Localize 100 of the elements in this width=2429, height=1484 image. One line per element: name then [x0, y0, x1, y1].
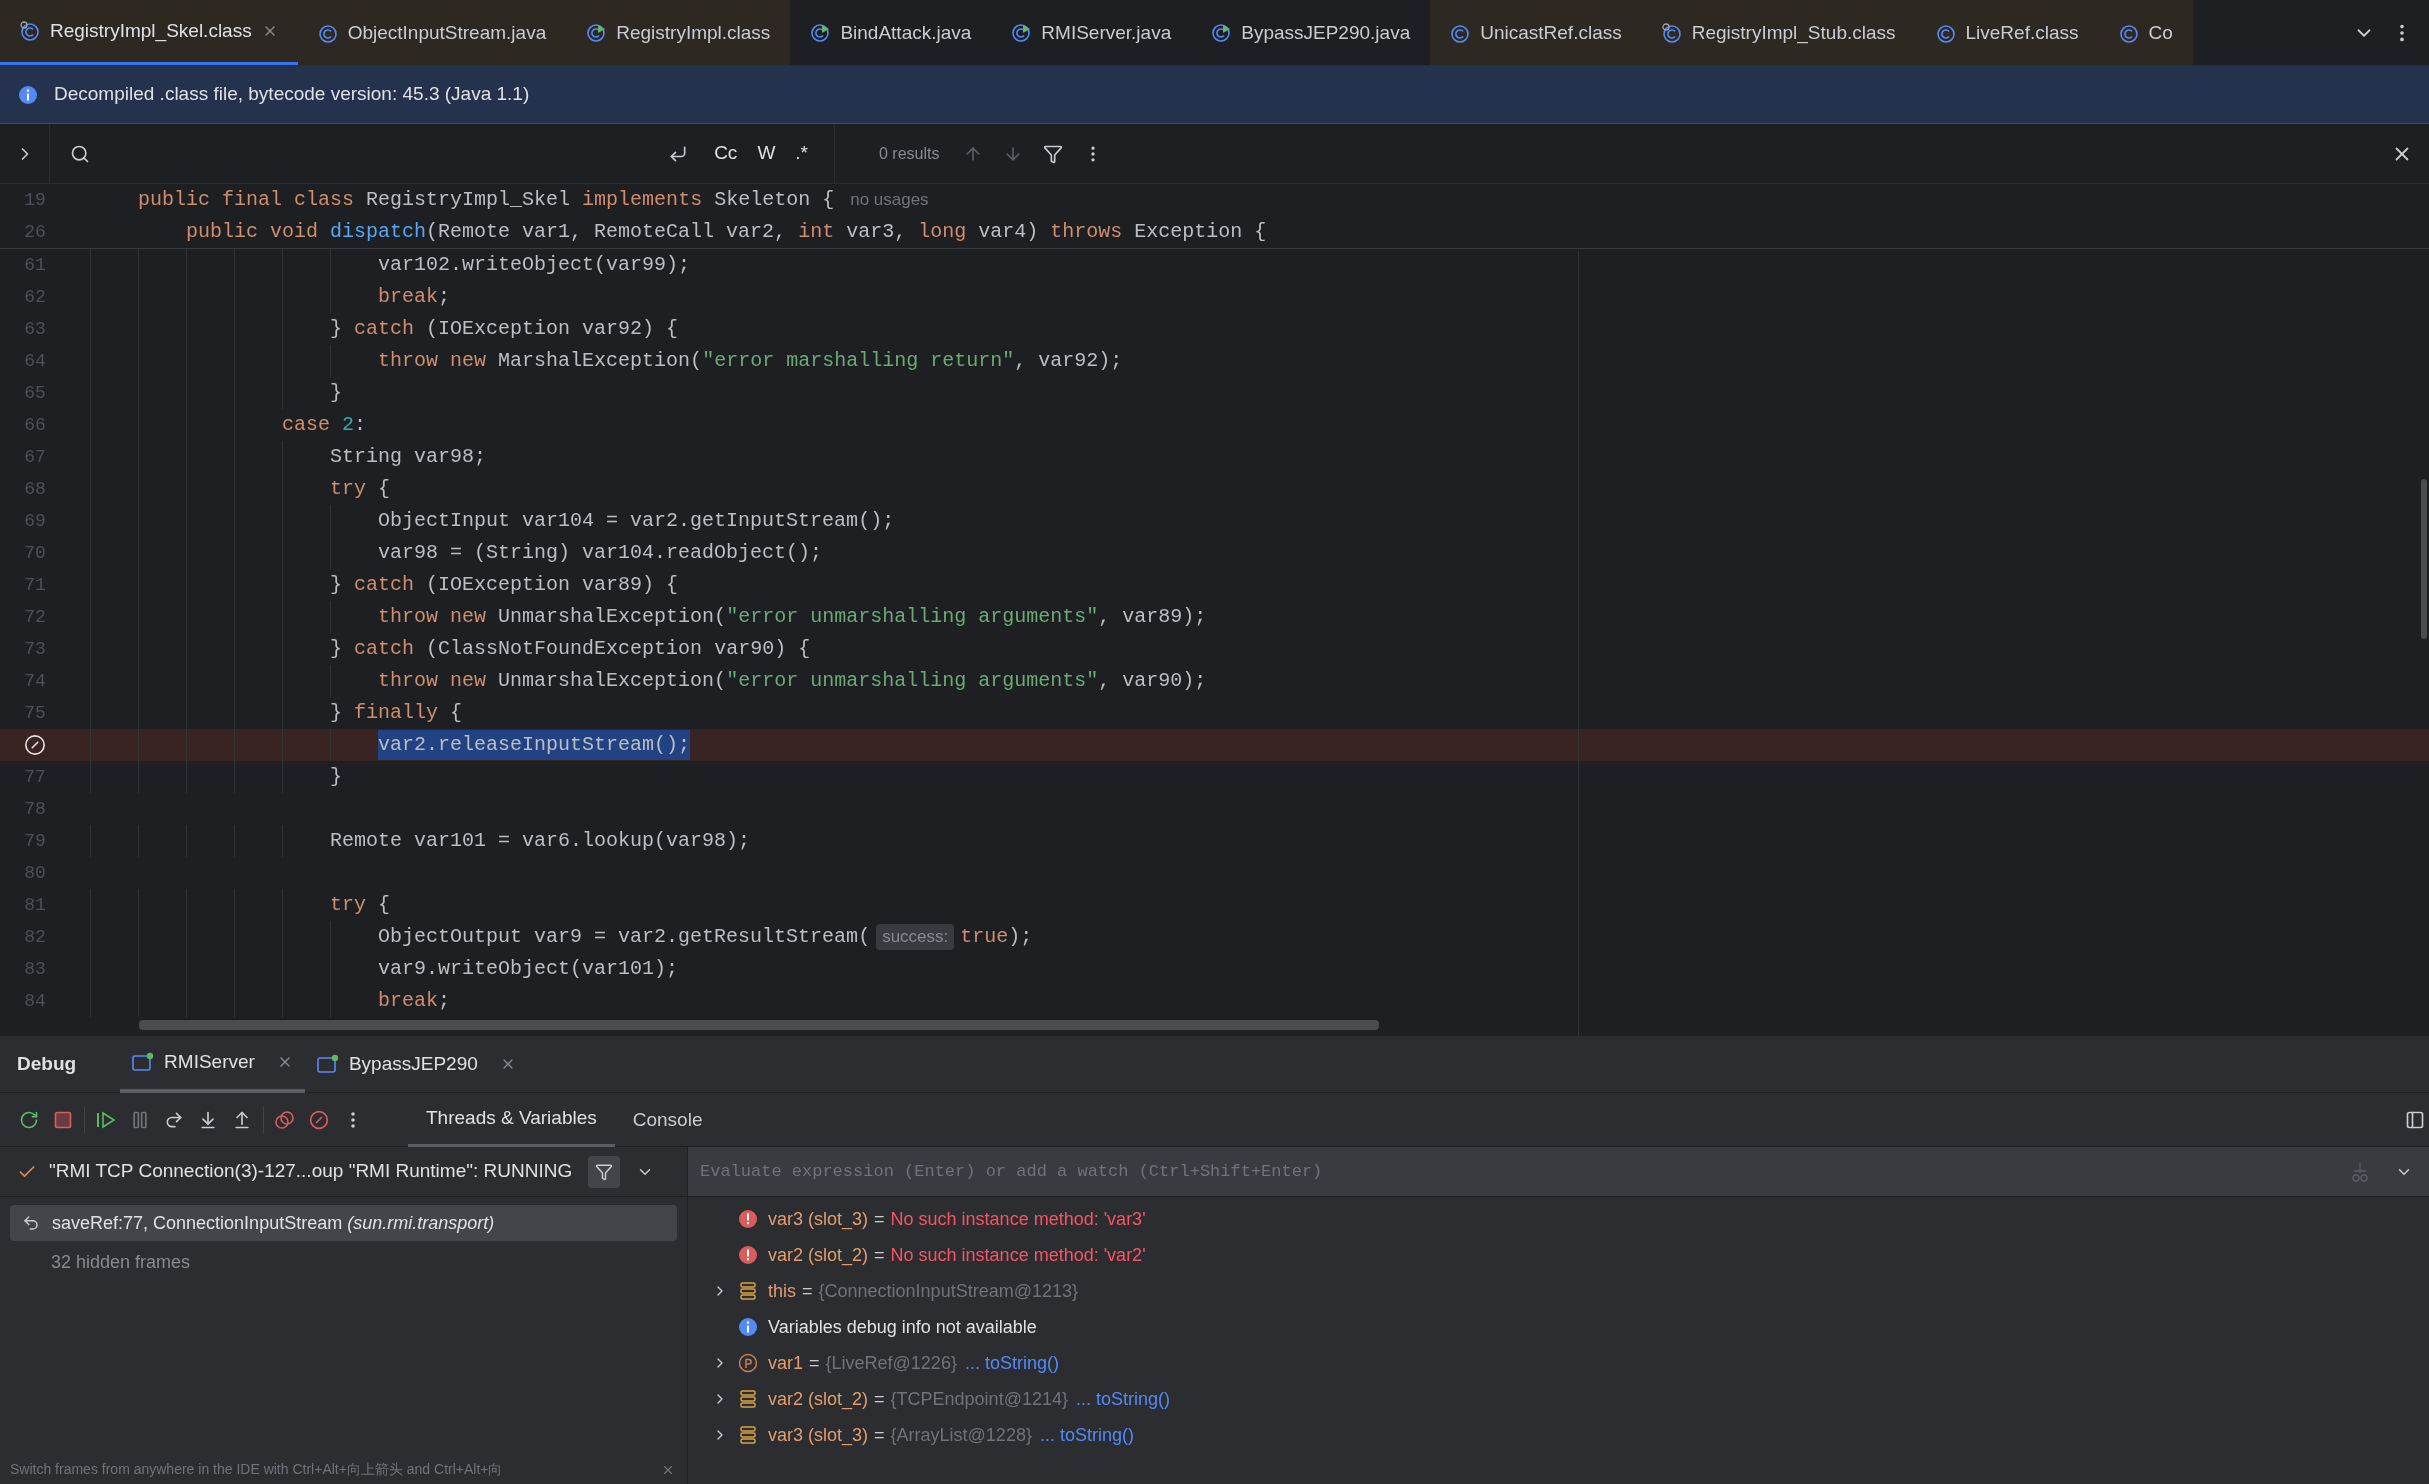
code-text: long	[918, 219, 968, 245]
variable-name: var3 (slot_3)	[768, 1207, 869, 1232]
code-text: throws	[1050, 219, 1124, 245]
to-string-link[interactable]: ... toString()	[1039, 1421, 1134, 1449]
info-text: Variables debug info not available	[768, 1315, 1037, 1339]
evaluate-field[interactable]: Evaluate expression (Enter) or add a watch (Ctrl+Shift+Enter)	[688, 1147, 2429, 1197]
class-linked-icon	[20, 21, 40, 41]
usage-hint[interactable]: no usages	[850, 187, 929, 213]
variable-name: var3 (slot_3)	[768, 1423, 869, 1448]
equals-sign: =	[874, 1243, 885, 1267]
variable-value: {ConnectionInputStream@1213}	[818, 1279, 1078, 1303]
code-text: implements	[582, 187, 704, 213]
step-into-icon	[198, 1109, 218, 1130]
variable-name: this	[768, 1279, 796, 1303]
stack-frame[interactable]: saveRef:77, ConnectionInputStream (sun.rmi.transport)	[10, 1205, 677, 1241]
code-text: }	[330, 764, 343, 790]
horizontal-scrollbar[interactable]	[139, 1020, 1379, 1030]
class-run-icon	[1011, 23, 1032, 43]
evaluate-input[interactable]: Evaluate expression (Enter) or add a watch (Ctrl+Shift+Enter)	[700, 1158, 2349, 1185]
variable-name: var2 (slot_2)	[768, 1387, 869, 1412]
class-icon	[2118, 23, 2139, 43]
code-text: UnmarshalException(	[498, 668, 727, 694]
code-text: {	[450, 700, 463, 726]
code-text: }	[330, 380, 343, 406]
view-tab[interactable]: Threads & Variables	[408, 1093, 615, 1147]
code-text: 2	[342, 412, 355, 438]
variable-value: {TCPEndpoint@1214}	[890, 1387, 1068, 1411]
window-icon	[132, 1052, 155, 1072]
code-text: {	[378, 476, 391, 502]
code-text: RegistryImpl_Skel	[366, 187, 572, 213]
editor-tab[interactable]: UnicastRef.class	[1430, 0, 1642, 65]
hint-text: Switch frames from anywhere in the IDE with Ctrl+Alt+向上箭头 and Ctrl+Alt+向	[10, 1460, 504, 1479]
code-text: MarshalException(	[498, 348, 703, 374]
code-text: break	[378, 284, 439, 310]
session-tab[interactable]: RMIServer	[120, 1035, 305, 1093]
search-option[interactable]: W	[751, 139, 782, 168]
layout-icon[interactable]	[2405, 1109, 2425, 1130]
editor-tab[interactable]: ObjectInputStream.java	[297, 0, 567, 65]
resume-icon	[95, 1109, 117, 1130]
search-option[interactable]: .*	[789, 139, 814, 168]
vertical-scrollbar[interactable]	[2421, 479, 2427, 639]
code-text: var3,	[846, 219, 908, 245]
code-text: (Remote var1, RemoteCall var2,	[426, 219, 788, 245]
code-text: , var92);	[1014, 348, 1123, 374]
code-text: finally	[354, 700, 440, 726]
code-text: throw new	[378, 348, 488, 374]
code-text: Remote var101 = var6.lookup(var98);	[330, 828, 751, 854]
view-tab[interactable]: Console	[614, 1093, 721, 1147]
code-text: }	[330, 316, 344, 342]
editor-tab[interactable]: RegistryImpl.class	[566, 0, 791, 65]
search-option[interactable]: Cc	[708, 139, 744, 168]
to-string-link[interactable]: ... toString()	[1075, 1385, 1170, 1413]
code-text: throw new	[378, 604, 488, 630]
editor-tab[interactable]: LiveRef.class	[1915, 0, 2099, 65]
filter-icon[interactable]	[1043, 143, 1064, 164]
code-text: throw new	[378, 668, 488, 694]
variable-value: {ArrayList@1228}	[890, 1423, 1032, 1447]
info-icon	[738, 1317, 758, 1337]
variable-name: var1	[768, 1351, 803, 1375]
editor-tab[interactable]: RegistryImpl_Stub.class	[1641, 0, 1916, 65]
code-text: var98 = (String) var104.readObject();	[378, 540, 823, 566]
muted-breakpoint-icon[interactable]	[24, 734, 46, 756]
rerun-icon	[19, 1109, 39, 1130]
session-tab[interactable]: BypassJEP290	[304, 1035, 528, 1093]
to-string-link[interactable]: ... toString()	[964, 1349, 1059, 1377]
filter-button[interactable]	[588, 1155, 621, 1188]
code-text: catch	[354, 636, 416, 662]
code-text: "error marshalling return"	[702, 348, 1015, 374]
code-text: public final class	[138, 187, 356, 213]
editor-tab[interactable]: Co	[2098, 0, 2193, 65]
code-text: (ClassNotFoundException var90) {	[426, 636, 811, 662]
more-icon	[351, 1111, 355, 1128]
variable-value: No such instance method: 'var3'	[890, 1207, 1146, 1231]
code-text: case	[282, 412, 332, 438]
stack-icon	[739, 1389, 757, 1409]
code-text: }	[330, 572, 344, 598]
thread-name: "RMI TCP Connection(3)-127...oup "RMI Runtime": RUNNING	[49, 1159, 573, 1184]
code-text: var4)	[978, 219, 1040, 245]
code-text: }	[330, 700, 344, 726]
code-text: UnmarshalException(	[498, 604, 727, 630]
equals-sign: =	[809, 1351, 820, 1375]
editor-tab[interactable]: RegistryImpl_Skel.class	[0, 0, 298, 65]
equals-sign: =	[874, 1207, 885, 1231]
panel-title: Debug	[17, 1051, 77, 1076]
code-text: dispatch	[330, 219, 427, 245]
code-text: Exception {	[1134, 219, 1267, 245]
code-text: ObjectInput var104 = var2.getInputStream();	[378, 508, 895, 534]
breakpoints-icon	[274, 1109, 296, 1130]
class-icon	[317, 23, 338, 43]
banner-text: Decompiled .class file, bytecode version: 45.3 (Java 1.1)	[54, 82, 530, 107]
error-icon	[738, 1245, 758, 1265]
search-icon[interactable]	[70, 143, 90, 164]
stack-icon	[739, 1281, 757, 1301]
return-arrow-icon	[22, 1214, 40, 1232]
hidden-frames-text[interactable]: 32 hidden frames	[51, 1249, 687, 1276]
class-icon	[1935, 23, 1956, 43]
variable-value: {LiveRef@1226}	[825, 1351, 957, 1375]
code-text: :	[354, 412, 367, 438]
equals-sign: =	[874, 1387, 885, 1411]
code-text: catch	[354, 316, 416, 342]
